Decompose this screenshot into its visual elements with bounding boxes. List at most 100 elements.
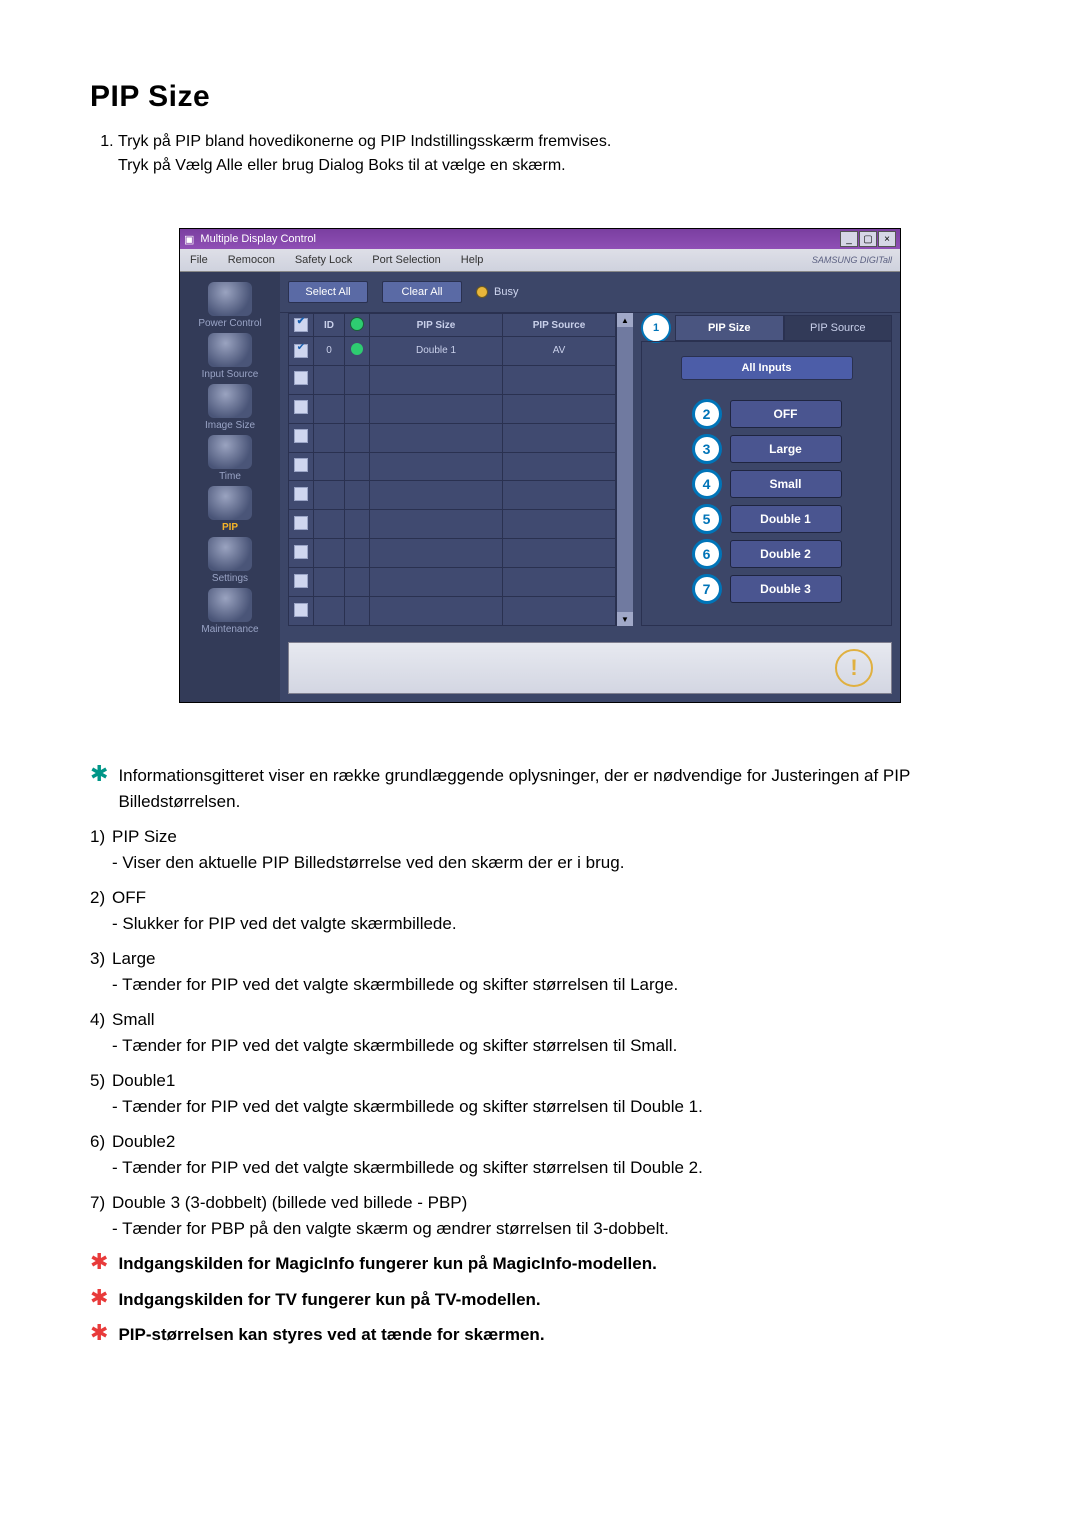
sidebar-item-time[interactable]: Time (188, 435, 272, 482)
warning-note: ✱PIP-størrelsen kan styres ved at tænde … (90, 1322, 990, 1348)
display-grid: ID PIP Size PIP Source 0Double 1AV (288, 313, 616, 626)
info-note: ✱ Informationsgitteret viser en række gr… (90, 763, 990, 814)
list-item: 2) OFF- Slukker for PIP ved det valgte s… (90, 885, 990, 936)
title-bar: ▣ Multiple Display Control _ ▢ × (180, 229, 900, 249)
sidebar-item-image-size[interactable]: Image Size (188, 384, 272, 431)
item-title: PIP Size (112, 827, 177, 846)
item-number: 5) (90, 1068, 112, 1094)
table-row[interactable] (289, 568, 616, 597)
table-row[interactable] (289, 510, 616, 539)
item-number: 4) (90, 1007, 112, 1033)
app-window: ▣ Multiple Display Control _ ▢ × File Re… (179, 228, 901, 703)
scroll-up-button[interactable]: ▲ (617, 313, 633, 327)
callout-3: 3 (692, 434, 722, 464)
row-checkbox[interactable] (294, 458, 308, 472)
table-row[interactable] (289, 394, 616, 423)
option-row-large: 3 Large (692, 434, 842, 464)
tab-pip-size[interactable]: PIP Size (675, 315, 784, 341)
table-row[interactable] (289, 597, 616, 626)
right-panel: 1 PIP Size PIP Source All Inputs 2 OFF 3 La… (641, 313, 892, 626)
sidebar-item-maintenance[interactable]: Maintenance (188, 588, 272, 635)
row-checkbox[interactable] (294, 371, 308, 385)
table-row[interactable]: 0 Double 1AV (289, 337, 616, 366)
col-pip-size: PIP Size (370, 314, 503, 337)
option-small-button[interactable]: Small (730, 470, 842, 498)
menu-remocon[interactable]: Remocon (218, 254, 285, 266)
menu-port-selection[interactable]: Port Selection (362, 254, 450, 266)
cell-id: 0 (314, 337, 345, 366)
star-red-icon: ✱ (90, 1322, 108, 1348)
option-double-3-button[interactable]: Double 3 (730, 575, 842, 603)
item-desc: - Viser den aktuelle PIP Billedstørrelse… (90, 850, 990, 876)
row-checkbox[interactable] (294, 429, 308, 443)
time-icon (208, 435, 252, 469)
sidebar-item-label: Time (219, 471, 241, 482)
option-double-1-button[interactable]: Double 1 (730, 505, 842, 533)
maximize-button[interactable]: ▢ (859, 231, 877, 247)
row-checkbox[interactable] (294, 516, 308, 530)
check-all-icon[interactable] (294, 318, 308, 332)
table-row[interactable] (289, 539, 616, 568)
table-row[interactable] (289, 423, 616, 452)
row-checkbox[interactable] (294, 603, 308, 617)
busy-dot-icon (476, 286, 488, 298)
table-row[interactable] (289, 481, 616, 510)
item-title: OFF (112, 888, 146, 907)
item-title: Double 3 (3-dobbelt) (billede ved billed… (112, 1193, 467, 1212)
all-inputs-header: All Inputs (681, 356, 853, 380)
item-title: Double2 (112, 1132, 175, 1151)
col-status (345, 314, 370, 337)
callout-5: 5 (692, 504, 722, 534)
window-title: Multiple Display Control (200, 233, 316, 245)
item-desc: - Tænder for PIP ved det valgte skærmbil… (90, 1094, 990, 1120)
sidebar-item-input-source[interactable]: Input Source (188, 333, 272, 380)
list-item: 7) Double 3 (3-dobbelt) (billede ved bil… (90, 1190, 990, 1241)
warning-note: ✱Indgangskilden for TV fungerer kun på T… (90, 1287, 990, 1313)
menu-file[interactable]: File (180, 254, 218, 266)
scroll-track[interactable] (617, 327, 633, 612)
pip-icon (208, 486, 252, 520)
item-number: 6) (90, 1129, 112, 1155)
star-green-icon: ✱ (90, 763, 108, 814)
callout-2: 2 (692, 399, 722, 429)
scroll-down-button[interactable]: ▼ (617, 612, 633, 626)
item-desc: - Tænder for PIP ved det valgte skærmbil… (90, 1155, 990, 1181)
sidebar-item-label: Power Control (198, 318, 261, 329)
row-checkbox[interactable] (294, 487, 308, 501)
option-double-2-button[interactable]: Double 2 (730, 540, 842, 568)
sidebar-item-label: Maintenance (201, 624, 258, 635)
menu-safety-lock[interactable]: Safety Lock (285, 254, 362, 266)
tab-pip-source[interactable]: PIP Source (784, 315, 893, 341)
col-check[interactable] (289, 314, 314, 337)
sidebar-item-label: Image Size (205, 420, 255, 431)
sidebar-item-settings[interactable]: Settings (188, 537, 272, 584)
row-checkbox[interactable] (294, 574, 308, 588)
callout-1: 1 (641, 313, 671, 343)
intro-list: Tryk på PIP bland hovedikonerne og PIP I… (90, 130, 990, 178)
minimize-button[interactable]: _ (840, 231, 858, 247)
settings-icon (208, 537, 252, 571)
item-number: 1) (90, 824, 112, 850)
menu-help[interactable]: Help (451, 254, 494, 266)
table-row[interactable] (289, 365, 616, 394)
list-item: 6) Double2 - Tænder for PIP ved det valgt… (90, 1129, 990, 1180)
table-row[interactable] (289, 452, 616, 481)
option-off-button[interactable]: OFF (730, 400, 842, 428)
grid-scrollbar[interactable]: ▲ ▼ (616, 313, 633, 626)
clear-all-button[interactable]: Clear All (382, 281, 462, 303)
star-red-icon: ✱ (90, 1287, 108, 1313)
row-checkbox[interactable] (294, 344, 308, 358)
sidebar-item-power-control[interactable]: Power Control (188, 282, 272, 329)
option-large-button[interactable]: Large (730, 435, 842, 463)
cell-pip-source: AV (503, 337, 616, 366)
select-all-button[interactable]: Select All (288, 281, 368, 303)
intro-line-2: Tryk på Vælg Alle eller brug Dialog Boks… (118, 157, 566, 174)
row-checkbox[interactable] (294, 400, 308, 414)
close-button[interactable]: × (878, 231, 896, 247)
page-title: PIP Size (90, 80, 990, 114)
alert-icon: ! (835, 649, 873, 687)
col-id: ID (314, 314, 345, 337)
row-checkbox[interactable] (294, 545, 308, 559)
sidebar-item-pip[interactable]: PIP (188, 486, 272, 533)
cell-pip-size: Double 1 (370, 337, 503, 366)
